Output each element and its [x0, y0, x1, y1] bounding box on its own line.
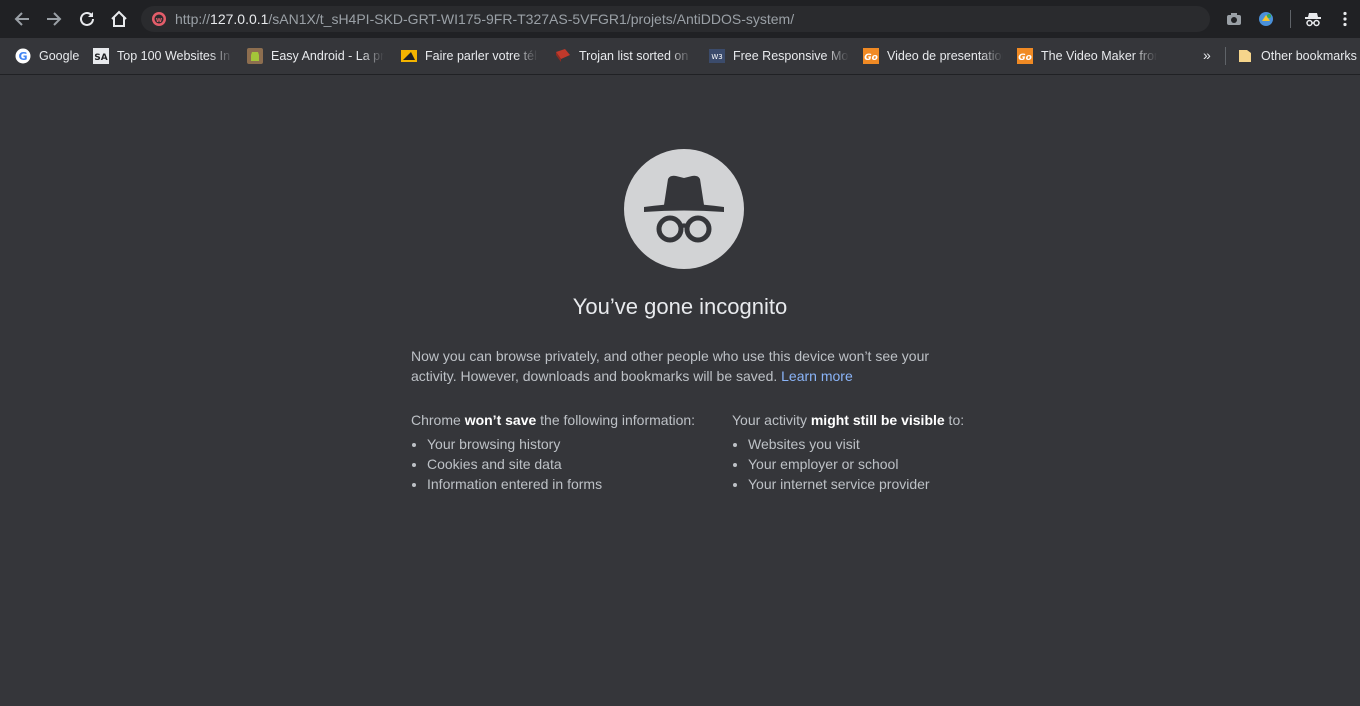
svg-text:SA: SA [94, 53, 107, 63]
wont-save-heading: Chrome won’t save the following informat… [411, 412, 696, 428]
incognito-icon[interactable] [1304, 10, 1322, 28]
incognito-page: You’ve gone incognito Now you can browse… [0, 75, 1360, 706]
menu-icon[interactable] [1336, 10, 1354, 28]
svg-text:W3: W3 [711, 53, 722, 61]
svg-text:Go: Go [864, 53, 878, 63]
svg-text:Go: Go [1018, 53, 1032, 63]
page-title: You’ve gone incognito [572, 294, 788, 319]
bookmark-google[interactable]: G Google [15, 47, 85, 65]
bookmark-video-maker[interactable]: Go The Video Maker from... [1017, 47, 1157, 65]
home-icon [111, 10, 127, 27]
bookmark-top-100-websites[interactable]: SA Top 100 Websites In ... [93, 47, 233, 65]
bookmark-video-presentation[interactable]: Go Video de presentation... [863, 47, 1003, 65]
url-text: http://127.0.0.1/sAN1X/t_sH4PI-SKD-GRT-W… [175, 11, 795, 27]
extension-icon[interactable] [1257, 10, 1275, 28]
svg-text:w: w [156, 16, 163, 24]
bookmark-free-responsive[interactable]: W3 Free Responsive Mob... [709, 47, 849, 65]
reload-icon [80, 11, 94, 26]
wont-save-section: Chrome won’t save the following informat… [411, 410, 721, 494]
w3-icon: W3 [709, 48, 725, 64]
svg-text:G: G [18, 50, 27, 63]
site-favicon-icon: w [151, 11, 167, 27]
tv-icon [401, 48, 417, 64]
sa-icon: SA [93, 48, 109, 64]
address-bar[interactable]: w http://127.0.0.1/sAN1X/t_sH4PI-SKD-GRT… [141, 6, 1210, 32]
bookmark-faire-parler[interactable]: Faire parler votre télé... [401, 47, 538, 65]
reload-button[interactable] [74, 6, 100, 32]
list-item: Your employer or school [748, 454, 1032, 474]
list-item: Information entered in forms [427, 474, 721, 494]
bookmark-easy-android[interactable]: Easy Android - La pro... [247, 47, 384, 65]
learn-more-link[interactable]: Learn more [781, 368, 853, 384]
camera-icon[interactable] [1225, 10, 1243, 28]
forward-arrow-icon [47, 12, 62, 26]
google-icon: G [15, 48, 31, 64]
bookmarks-divider [1225, 47, 1226, 65]
back-arrow-icon [14, 12, 29, 26]
list-item: Your internet service provider [748, 474, 1032, 494]
incognito-hero-icon [624, 149, 744, 269]
forward-button[interactable] [41, 6, 67, 32]
still-visible-list: Websites you visit Your employer or scho… [732, 434, 1032, 494]
list-item: Websites you visit [748, 434, 1032, 454]
toolbar-divider [1290, 10, 1291, 28]
still-visible-section: Your activity might still be visible to:… [732, 410, 1032, 494]
folder-icon [1237, 48, 1253, 64]
browser-toolbar: w http://127.0.0.1/sAN1X/t_sH4PI-SKD-GRT… [0, 0, 1360, 38]
back-button[interactable] [9, 6, 35, 32]
bookmark-trojan-list[interactable]: Trojan list sorted on p... [555, 47, 692, 65]
list-item: Your browsing history [427, 434, 721, 454]
bookmarks-overflow-button[interactable]: » [1203, 47, 1211, 63]
list-item: Cookies and site data [427, 454, 721, 474]
go-icon: Go [863, 48, 879, 64]
android-icon [247, 48, 263, 64]
other-bookmarks-folder[interactable]: Other bookmarks [1237, 47, 1357, 65]
book-icon [555, 48, 571, 64]
wont-save-list: Your browsing history Cookies and site d… [411, 434, 721, 494]
home-button[interactable] [106, 6, 132, 32]
bookmarks-bar: G Google SA Top 100 Websites In ... Easy… [0, 38, 1360, 75]
go-icon: Go [1017, 48, 1033, 64]
still-visible-heading: Your activity might still be visible to: [732, 412, 965, 428]
intro-paragraph: Now you can browse privately, and other … [411, 346, 951, 386]
